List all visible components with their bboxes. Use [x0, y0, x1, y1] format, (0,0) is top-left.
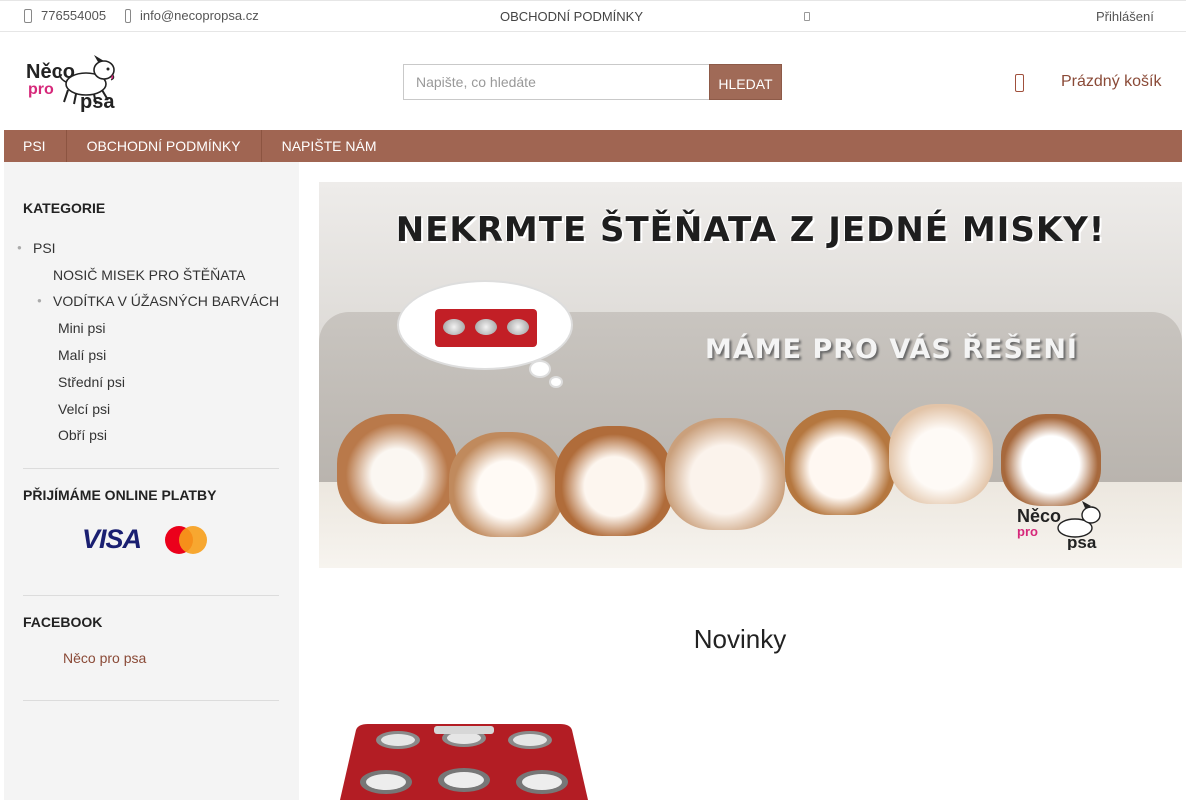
category-velci-psi[interactable]: Velcí psi — [58, 401, 110, 417]
bowl-tray-image — [435, 309, 537, 347]
cart-icon[interactable] — [1015, 74, 1024, 92]
payments-heading: PŘIJÍMÁME ONLINE PLATBY — [23, 487, 217, 503]
thought-bubble-dot — [551, 378, 561, 386]
nav-item-contact[interactable]: NAPIŠTE NÁM — [262, 130, 397, 162]
banner-logo: Něco pro psa — [1017, 501, 1101, 550]
facebook-link[interactable]: Něco pro psa — [63, 650, 146, 666]
visa-logo: VISA — [82, 524, 142, 554]
top-bar: 776554005 info@necopropsa.cz OBCHODNÍ PO… — [0, 0, 1186, 32]
top-terms-link[interactable]: OBCHODNÍ PODMÍNKY — [500, 9, 643, 24]
email-contact[interactable]: info@necopropsa.cz — [125, 8, 259, 23]
payment-logos: VISA — [82, 524, 208, 555]
phone-icon — [24, 8, 32, 23]
puppy-image — [449, 432, 564, 537]
main-nav: PSI OBCHODNÍ PODMÍNKY NAPIŠTE NÁM — [4, 130, 1182, 162]
puppy-image — [555, 426, 673, 536]
sidebar-divider — [23, 700, 279, 701]
sidebar-divider — [23, 468, 279, 469]
logo-word-2: pro — [28, 81, 54, 98]
dropdown-icon[interactable] — [804, 12, 810, 21]
cart-status[interactable]: Prázdný košík — [1061, 73, 1161, 91]
category-stredni-psi[interactable]: Střední psi — [58, 374, 125, 390]
category-psi[interactable]: PSI — [33, 240, 56, 256]
category-mini-psi[interactable]: Mini psi — [58, 320, 105, 336]
puppy-image — [1001, 414, 1101, 506]
puppy-image — [337, 414, 457, 524]
sidebar: KATEGORIE ● PSI NOSIČ MISEK PRO ŠTĚŇATA … — [4, 162, 299, 800]
promo-banner[interactable]: NEKRMTE ŠTĚŇATA Z JEDNÉ MISKY! MÁME PRO … — [319, 182, 1182, 568]
search-button[interactable]: HLEDAT — [709, 64, 782, 100]
thought-bubble-dot — [531, 362, 549, 376]
phone-contact[interactable]: 776554005 — [24, 8, 106, 23]
mail-icon — [125, 8, 131, 23]
nav-item-psi[interactable]: PSI — [4, 130, 67, 162]
section-title: Novinky — [693, 624, 787, 654]
header: Něco pro psa HLEDAT Prázdný košík — [0, 32, 1186, 130]
bullet-icon: ● — [17, 243, 22, 252]
categories-heading: KATEGORIE — [23, 200, 106, 216]
site-logo[interactable]: Něco pro psa — [24, 54, 124, 112]
email-address: info@necopropsa.cz — [140, 8, 259, 23]
puppy-image — [889, 404, 993, 504]
search-bar: HLEDAT — [403, 64, 782, 100]
banner-subline: MÁME PRO VÁS ŘEŠENÍ — [705, 334, 1078, 365]
category-mali-psi[interactable]: Malí psi — [58, 347, 106, 363]
product-image[interactable] — [338, 718, 590, 800]
bullet-icon: ● — [37, 296, 42, 305]
facebook-heading: FACEBOOK — [23, 614, 103, 630]
sidebar-divider — [23, 595, 279, 596]
puppy-image — [785, 410, 895, 515]
phone-number: 776554005 — [41, 8, 107, 23]
banner-logo-word-1: Něco — [1017, 506, 1061, 526]
puppy-image — [665, 418, 785, 530]
banner-headline: NEKRMTE ŠTĚŇATA Z JEDNÉ MISKY! — [395, 210, 1106, 250]
category-obri-psi[interactable]: Obří psi — [58, 427, 107, 443]
login-link[interactable]: Přihlášení — [1096, 9, 1154, 24]
nav-item-terms[interactable]: OBCHODNÍ PODMÍNKY — [67, 130, 262, 162]
banner-logo-word-2: pro — [1017, 524, 1038, 539]
search-input[interactable] — [403, 64, 709, 100]
mastercard-logo — [165, 525, 208, 554]
category-voditka[interactable]: VODÍTKA V ÚŽASNÝCH BARVÁCH — [53, 293, 279, 309]
category-nosic-misek[interactable]: NOSIČ MISEK PRO ŠTĚŇATA — [53, 267, 245, 283]
